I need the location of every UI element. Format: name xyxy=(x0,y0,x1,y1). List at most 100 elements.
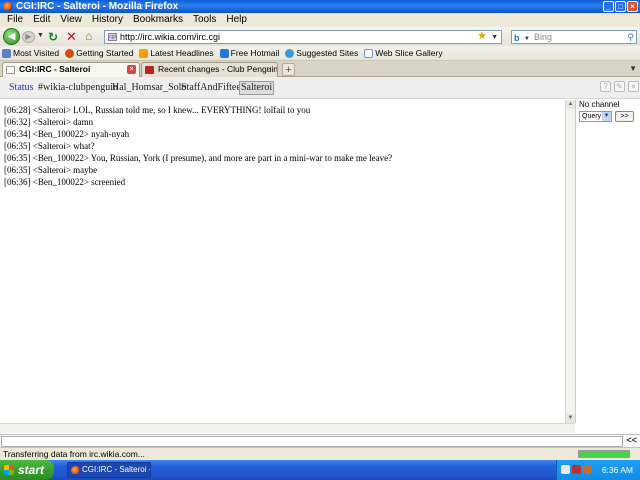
close-channel-icon[interactable]: × xyxy=(628,81,639,92)
menu-bookmarks[interactable]: Bookmarks xyxy=(128,13,188,27)
tab-cgi-irc[interactable]: CGI:IRC - Salteroi × xyxy=(2,62,140,77)
menu-help[interactable]: Help xyxy=(221,13,252,27)
bookmark-label: Free Hotmail xyxy=(230,48,280,58)
start-button[interactable]: start xyxy=(0,460,54,480)
no-channel-label: No channel xyxy=(579,100,620,109)
scroll-up-icon[interactable]: ▲ xyxy=(566,100,575,109)
security-alert-icon[interactable] xyxy=(572,465,581,474)
send-button[interactable]: << xyxy=(626,435,637,445)
rss-feed-icon xyxy=(139,48,149,58)
chat-input-row: << xyxy=(0,434,640,447)
menu-file[interactable]: File xyxy=(2,13,28,27)
update-icon[interactable] xyxy=(583,465,592,474)
windows-flag-icon xyxy=(4,465,14,475)
close-button[interactable]: × xyxy=(627,1,638,12)
chat-message: [06:36] <Ben_100022> screenied xyxy=(4,177,126,187)
chat-message: [06:35] <Ben_100022> You, Russian, York … xyxy=(4,153,393,163)
search-magnifier-icon[interactable]: ⚲ xyxy=(627,31,634,43)
bookmark-star-icon[interactable]: ★ xyxy=(477,30,487,42)
scroll-down-icon[interactable]: ▼ xyxy=(566,414,575,423)
menu-history[interactable]: History xyxy=(87,13,128,27)
engine-dropdown-icon[interactable]: ▼ xyxy=(524,33,530,45)
page-icon xyxy=(6,66,15,74)
page-icon xyxy=(364,48,374,58)
bookmark-free-hotmail[interactable]: Free Hotmail xyxy=(219,48,280,58)
query-go-button[interactable]: >> xyxy=(615,111,634,122)
options-icon[interactable]: ✎ xyxy=(614,81,625,92)
reload-icon[interactable]: ↻ xyxy=(48,30,58,44)
navigation-toolbar: ◀ ▶ ▼ ↻ ✕ ⌂ cgi http://irc.wikia.com/irc… xyxy=(0,27,640,46)
channel-tab-wikia-clubpenguin[interactable]: #wikia-clubpenguin xyxy=(38,82,118,94)
bookmark-suggested-sites[interactable]: Suggested Sites xyxy=(285,48,358,58)
ie-icon xyxy=(285,48,295,58)
bookmark-latest-headlines[interactable]: Latest Headlines xyxy=(139,48,214,58)
url-text[interactable]: http://irc.wikia.com/irc.cgi xyxy=(120,32,220,42)
start-label: start xyxy=(18,463,45,477)
url-dropdown-icon[interactable]: ▼ xyxy=(491,32,498,44)
window-titlebar: CGI:IRC - Salteroi - Mozilla Firefox _ □… xyxy=(0,0,640,13)
chat-input[interactable] xyxy=(1,436,623,447)
tab-strip: CGI:IRC - Salteroi × Recent changes - Cl… xyxy=(0,61,640,77)
horizontal-scrollbar[interactable] xyxy=(0,423,575,433)
status-bar: Transferring data from irc.wikia.com... xyxy=(0,447,640,460)
screen: CGI:IRC - Salteroi - Mozilla Firefox _ □… xyxy=(0,0,640,480)
tab-recent-changes[interactable]: Recent changes - Club Penguin Wiki - T..… xyxy=(141,62,278,77)
home-icon[interactable]: ⌂ xyxy=(85,29,92,43)
taskbar-firefox-window[interactable]: CGI:IRC - Salteroi - M... xyxy=(67,462,151,478)
message-scrollbar[interactable]: ▲ ▼ xyxy=(565,100,575,423)
query-select-value: Query xyxy=(582,113,602,120)
minimize-button[interactable]: _ xyxy=(603,1,614,12)
system-tray: 6:36 AM xyxy=(556,460,640,480)
menu-tools[interactable]: Tools xyxy=(188,13,221,27)
site-identity-icon[interactable]: cgi xyxy=(108,33,117,41)
menu-bar: File Edit View History Bookmarks Tools H… xyxy=(0,13,640,27)
new-tab-button[interactable]: + xyxy=(282,63,295,76)
search-input[interactable]: b ▼ Bing ⚲ xyxy=(511,30,637,44)
url-bar[interactable]: cgi http://irc.wikia.com/irc.cgi ★ ▼ xyxy=(104,30,502,44)
channel-tab-staffandfifteen[interactable]: StaffAndFifteen xyxy=(181,82,246,94)
forward-button[interactable]: ▶ xyxy=(22,31,35,43)
chat-message: [06:35] <Salteroi> maybe xyxy=(4,165,98,175)
progress-fill xyxy=(579,451,629,457)
loading-progress-bar xyxy=(578,450,630,458)
taskbar-item-label: CGI:IRC - Salteroi - M... xyxy=(82,465,150,474)
channel-tab-hal-homsar-solo[interactable]: Hal_Homsar_Solo xyxy=(112,82,186,94)
help-icon[interactable]: ? xyxy=(600,81,611,92)
channel-tab-salteroi[interactable]: Salteroi xyxy=(239,81,275,95)
window-title: CGI:IRC - Salteroi - Mozilla Firefox xyxy=(16,1,179,12)
status-text: Transferring data from irc.wikia.com... xyxy=(3,449,145,459)
wikia-icon xyxy=(145,66,154,74)
firefox-icon xyxy=(65,48,75,58)
chevron-down-icon[interactable]: ▼ xyxy=(602,112,611,121)
nick-list-panel: No channel Query ▼ >> xyxy=(575,100,640,423)
stop-icon[interactable]: ✕ xyxy=(66,29,77,45)
back-button[interactable]: ◀ xyxy=(3,28,20,45)
tab-label: CGI:IRC - Salteroi xyxy=(19,64,91,74)
query-select[interactable]: Query ▼ xyxy=(579,111,612,122)
bookmarks-toolbar: Most Visited Getting Started Latest Head… xyxy=(0,46,640,61)
windows-taskbar: start CGI:IRC - Salteroi - M... 6:36 AM xyxy=(0,460,640,480)
channel-tab-bar: Status #wikia-clubpenguin Hal_Homsar_Sol… xyxy=(0,77,640,99)
tab-close-icon[interactable]: × xyxy=(265,65,274,74)
tab-close-icon[interactable]: × xyxy=(127,65,136,74)
page-content: Status #wikia-clubpenguin Hal_Homsar_Sol… xyxy=(0,77,640,447)
bookmark-label: Latest Headlines xyxy=(150,48,214,58)
search-placeholder: Bing xyxy=(534,32,553,42)
msn-butterfly-icon xyxy=(219,48,229,58)
bing-icon[interactable]: b xyxy=(514,32,520,44)
network-icon[interactable] xyxy=(561,465,570,474)
maximize-button[interactable]: □ xyxy=(615,1,626,12)
bookmark-web-slice-gallery[interactable]: Web Slice Gallery xyxy=(364,48,443,58)
firefox-icon xyxy=(3,2,13,11)
bookmark-most-visited[interactable]: Most Visited xyxy=(2,48,59,58)
firefox-icon xyxy=(71,466,80,475)
bookmark-label: Most Visited xyxy=(13,48,60,58)
menu-edit[interactable]: Edit xyxy=(28,13,55,27)
channel-tab-status[interactable]: Status xyxy=(9,82,33,94)
tab-list-icon[interactable]: ▼ xyxy=(629,64,637,73)
tab-label: Recent changes - Club Penguin Wiki - T..… xyxy=(158,64,278,74)
menu-view[interactable]: View xyxy=(55,13,87,27)
window-controls: _ □ × xyxy=(603,1,638,12)
history-dropdown-icon[interactable]: ▼ xyxy=(37,32,44,39)
bookmark-getting-started[interactable]: Getting Started xyxy=(65,48,133,58)
